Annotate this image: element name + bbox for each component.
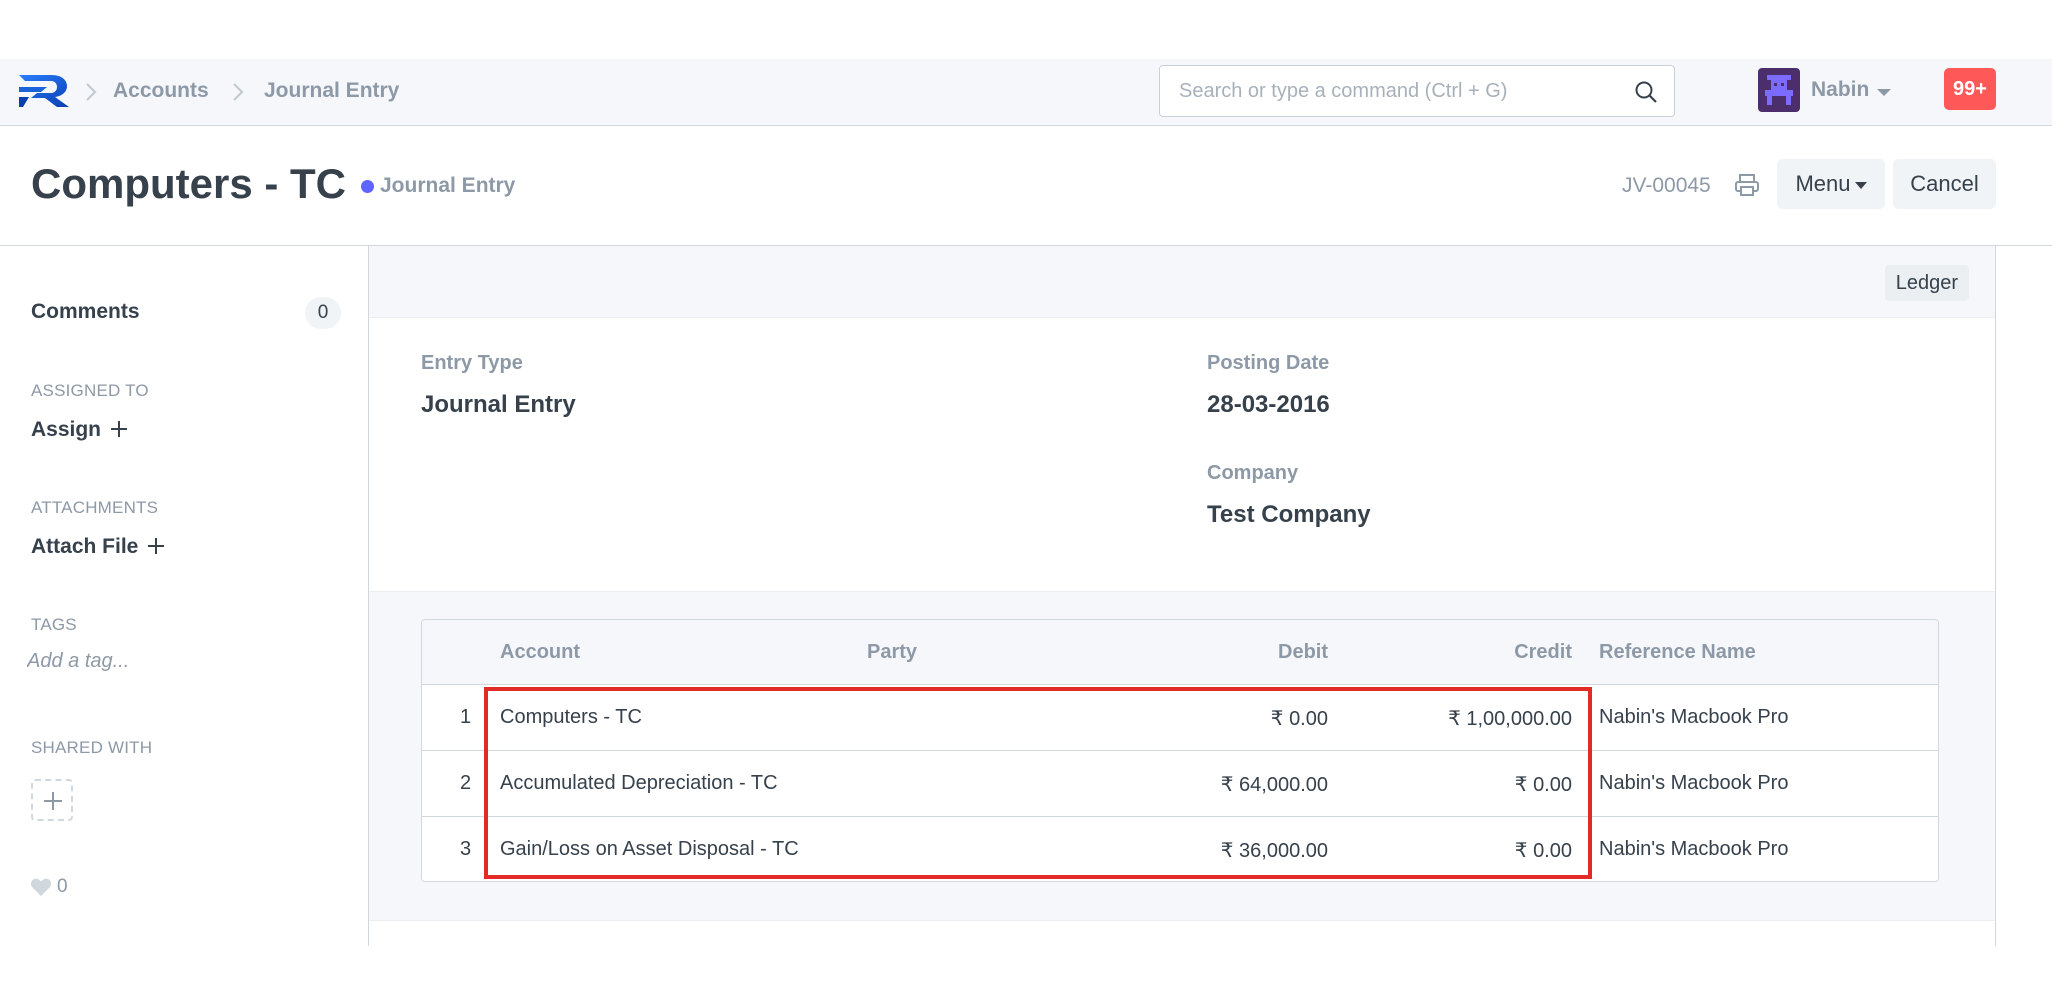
account-cell[interactable]: Gain/Loss on Asset Disposal - TC (500, 838, 799, 861)
debit-cell[interactable]: ₹ 0.00 (1271, 706, 1328, 731)
breadcrumb-accounts[interactable]: Accounts (113, 79, 209, 103)
row-index: 2 (460, 772, 472, 794)
comments-count-badge: 0 (305, 297, 341, 329)
status-indicator-dot (361, 180, 374, 193)
search-bar (1159, 65, 1675, 117)
assign-label: Assign (31, 418, 102, 441)
credit-cell[interactable]: ₹ 1,00,000.00 (1448, 706, 1572, 731)
assign-button[interactable]: Assign (31, 418, 128, 442)
notification-badge[interactable]: 99+ (1944, 68, 1996, 110)
attach-file-label: Attach File (31, 535, 139, 558)
column-header-credit: Credit (1514, 641, 1572, 663)
column-header-debit: Debit (1278, 641, 1328, 663)
reference-name-cell[interactable]: Nabin's Macbook Pro (1599, 772, 1788, 795)
attach-file-button[interactable]: Attach File (31, 535, 165, 559)
likes-count: 0 (57, 876, 68, 897)
navbar: Accounts Journal Entry Nabin 99+ (0, 59, 2052, 126)
breadcrumb-chevron-icon (84, 81, 98, 103)
posting-date-value: 28-03-2016 (1207, 391, 1330, 418)
credit-cell[interactable]: ₹ 0.00 (1515, 838, 1572, 863)
breadcrumb-chevron-icon (231, 81, 245, 103)
menu-button-label: Menu (1795, 171, 1851, 196)
company-value: Test Company (1207, 501, 1371, 528)
plus-icon (148, 538, 165, 554)
caret-down-icon (1854, 181, 1867, 189)
account-cell[interactable]: Computers - TC (500, 706, 642, 729)
column-header-account: Account (500, 641, 580, 663)
avatar[interactable] (1758, 68, 1800, 112)
heart-icon[interactable] (30, 877, 52, 897)
credit-cell[interactable]: ₹ 0.00 (1515, 772, 1572, 797)
page-title: Computers - TC (31, 160, 346, 207)
column-header-party: Party (867, 641, 918, 663)
column-header-reference-name: Reference Name (1599, 641, 1756, 663)
reference-name-cell[interactable]: Nabin's Macbook Pro (1599, 838, 1788, 861)
breadcrumb-journal-entry[interactable]: Journal Entry (264, 79, 399, 103)
caret-down-icon[interactable] (1877, 89, 1891, 96)
ledger-button[interactable]: Ledger (1884, 265, 1969, 301)
tag-input[interactable] (27, 650, 227, 673)
tags-label: TAGS (31, 615, 77, 634)
search-input[interactable] (1160, 66, 1600, 116)
table-row[interactable]: 3 Gain/Loss on Asset Disposal - TC ₹ 36,… (422, 817, 1938, 881)
shared-with-label: SHARED WITH (31, 738, 153, 757)
debit-cell[interactable]: ₹ 64,000.00 (1221, 772, 1328, 797)
add-share-button[interactable] (31, 779, 73, 821)
account-cell[interactable]: Accumulated Depreciation - TC (500, 772, 778, 795)
row-index: 1 (460, 706, 472, 728)
plus-icon (111, 421, 128, 437)
entry-type-value: Journal Entry (421, 391, 576, 418)
app-logo-icon[interactable] (17, 73, 77, 109)
reference-name-cell[interactable]: Nabin's Macbook Pro (1599, 706, 1788, 729)
row-index: 3 (460, 838, 472, 860)
entry-type-label: Entry Type (421, 352, 523, 374)
accounts-table: Account Party Debit Credit Reference Nam… (421, 619, 1939, 882)
attachments-label: ATTACHMENTS (31, 498, 159, 517)
table-header: Account Party Debit Credit Reference Nam… (422, 620, 1938, 685)
search-icon[interactable] (1634, 80, 1658, 104)
table-row[interactable]: 1 Computers - TC ₹ 0.00 ₹ 1,00,000.00 Na… (422, 685, 1938, 751)
form-toolbar: Ledger (369, 246, 1995, 318)
posting-date-label: Posting Date (1207, 352, 1330, 374)
debit-cell[interactable]: ₹ 36,000.00 (1221, 838, 1328, 863)
cancel-button[interactable]: Cancel (1893, 159, 1996, 209)
menu-button[interactable]: Menu (1777, 159, 1885, 209)
status-indicator: Journal Entry (380, 174, 516, 197)
print-icon[interactable] (1734, 173, 1760, 197)
company-label: Company (1207, 462, 1299, 484)
user-menu-name[interactable]: Nabin (1811, 78, 1869, 102)
assigned-to-label: ASSIGNED TO (31, 381, 149, 400)
comments-link[interactable]: Comments (31, 300, 140, 324)
table-row[interactable]: 2 Accumulated Depreciation - TC ₹ 64,000… (422, 751, 1938, 817)
document-name: JV-00045 (1622, 174, 1711, 197)
